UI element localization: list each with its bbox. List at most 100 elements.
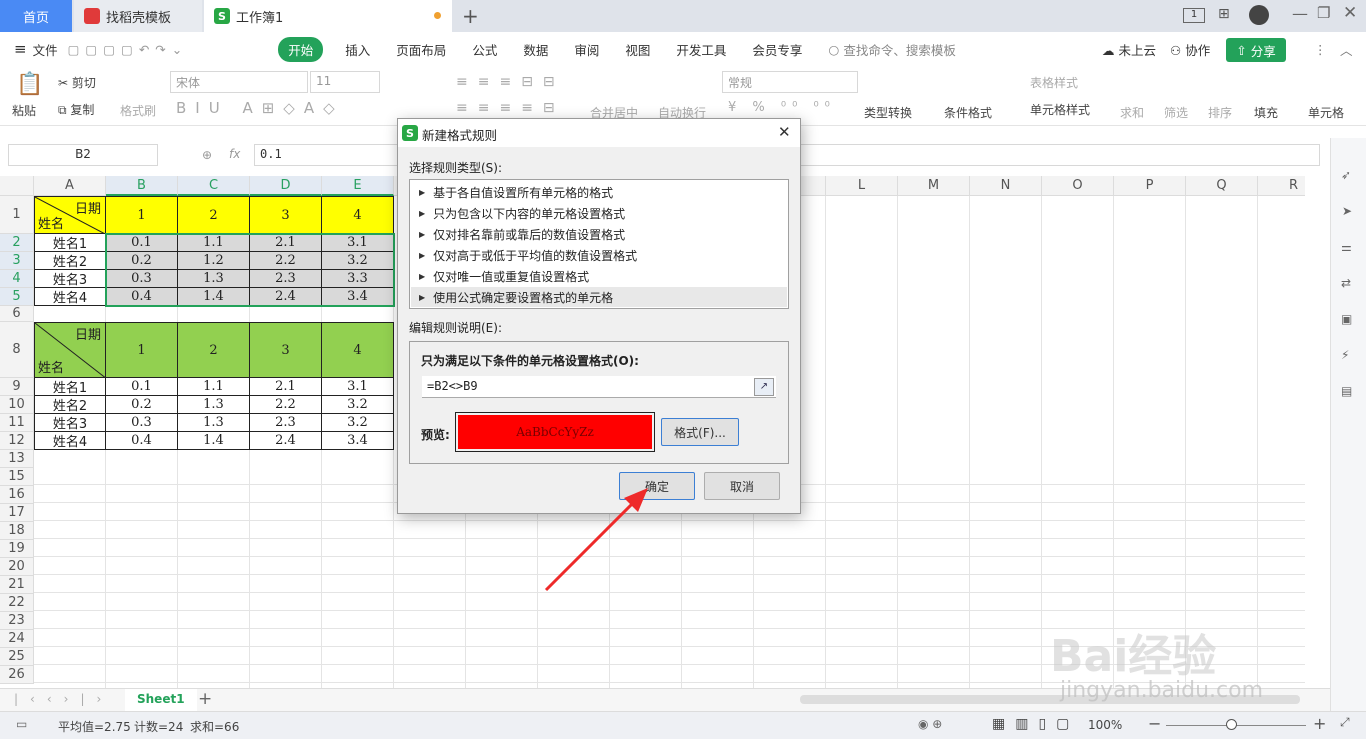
table2-cell[interactable]: 3.4 <box>322 432 394 450</box>
filter-button[interactable]: 筛选 <box>1164 104 1188 121</box>
table2-cell[interactable]: 0.2 <box>106 396 178 414</box>
formula-condition-input[interactable]: =B2<>B9 <box>422 376 776 398</box>
column-header-R[interactable]: R <box>1258 176 1305 196</box>
table2-cell[interactable]: 姓名2 <box>34 396 106 414</box>
table2-day-2[interactable]: 2 <box>178 322 250 378</box>
image-icon[interactable]: ▣ <box>1341 312 1352 326</box>
row-header-1[interactable]: 1 <box>0 196 34 234</box>
table2-cell[interactable]: 1.4 <box>178 432 250 450</box>
paste-button[interactable]: 粘贴 <box>12 102 36 119</box>
menu-page-layout[interactable]: 页面布局 <box>396 40 446 59</box>
row-header-11[interactable]: 11 <box>0 414 34 432</box>
table2-day-1[interactable]: 1 <box>106 322 178 378</box>
settings-slider-icon[interactable]: ⚌ <box>1341 240 1352 254</box>
menu-start[interactable]: 开始 <box>278 36 324 62</box>
align-icons[interactable]: ≡≡≡≡⊟ <box>456 100 565 116</box>
cancel-button[interactable]: 取消 <box>704 472 780 500</box>
collab-button[interactable]: ⚇ 协作 <box>1170 40 1210 59</box>
minimize-icon[interactable]: — <box>1292 4 1308 23</box>
command-search[interactable]: 查找命令、搜索模板 <box>843 40 956 59</box>
zoom-formula-icon[interactable]: ⊕ <box>202 148 212 162</box>
share-button[interactable]: ⇧ 分享 <box>1226 38 1286 62</box>
column-header-Q[interactable]: Q <box>1186 176 1258 196</box>
zoom-slider-thumb[interactable] <box>1226 719 1237 730</box>
column-header-M[interactable]: M <box>898 176 970 196</box>
zoom-in-icon[interactable]: + <box>1313 714 1326 733</box>
rule-type-item[interactable]: ▶ 仅对唯一值或重复值设置格式 <box>411 266 787 286</box>
column-header-D[interactable]: D <box>250 176 322 196</box>
row-header-23[interactable]: 23 <box>0 612 34 630</box>
restore-icon[interactable]: ❐ <box>1317 4 1330 22</box>
row-header-17[interactable]: 17 <box>0 504 34 522</box>
range-select-icon[interactable]: ↗ <box>754 378 774 396</box>
table-style-button[interactable]: 表格样式 <box>1030 74 1078 91</box>
table1-day-3[interactable]: 3 <box>250 196 322 234</box>
book-icon[interactable]: ▤ <box>1341 384 1352 398</box>
rule-type-item[interactable]: ▶ 基于各自值设置所有单元格的格式 <box>411 182 787 202</box>
table2-cell[interactable]: 1.1 <box>178 378 250 396</box>
conditional-format-button[interactable]: 条件格式 <box>944 104 992 121</box>
menu-data[interactable]: 数据 <box>523 40 548 59</box>
menu-view[interactable]: 视图 <box>625 40 650 59</box>
zoom-out-icon[interactable]: − <box>1148 714 1161 733</box>
cells-button[interactable]: 单元格 <box>1308 104 1344 121</box>
more-icon[interactable]: ⋮ <box>1314 42 1327 57</box>
font-select[interactable]: 宋体 <box>170 71 308 93</box>
table2-header-diagonal[interactable]: 日期 姓名 <box>34 322 107 379</box>
name-box[interactable]: B2 <box>8 144 158 166</box>
tab-docer[interactable]: 找稻壳模板 <box>74 0 202 32</box>
table2-day-3[interactable]: 3 <box>250 322 322 378</box>
cloud-status[interactable]: ☁ 未上云 <box>1102 40 1156 59</box>
paste-icon[interactable]: 📋 <box>16 72 43 97</box>
column-header-B[interactable]: B <box>106 176 178 196</box>
table1-cell[interactable]: 姓名2 <box>34 252 106 270</box>
table2-cell[interactable]: 姓名3 <box>34 414 106 432</box>
row-header-10[interactable]: 10 <box>0 396 34 414</box>
row-header-16[interactable]: 16 <box>0 486 34 504</box>
row-header-26[interactable]: 26 <box>0 666 34 684</box>
sort-button[interactable]: 排序 <box>1208 104 1232 121</box>
cut-button[interactable]: ✂ 剪切 <box>58 74 96 91</box>
zoom-level[interactable]: 100% <box>1088 718 1122 732</box>
table2-cell[interactable]: 2.4 <box>250 432 322 450</box>
table2-cell[interactable]: 3.2 <box>322 396 394 414</box>
menu-developer[interactable]: 开发工具 <box>676 40 726 59</box>
row-header-12[interactable]: 12 <box>0 432 34 450</box>
row-header-3[interactable]: 3 <box>0 252 34 270</box>
row-header-19[interactable]: 19 <box>0 540 34 558</box>
menu-file[interactable]: 文件 <box>33 40 58 59</box>
quick-access-icons[interactable]: ▢▢▢▢↶↷⌄ <box>68 42 189 57</box>
table2-cell[interactable]: 3.2 <box>322 414 394 432</box>
lightning-icon[interactable]: ⚡ <box>1341 348 1349 362</box>
column-header-C[interactable]: C <box>178 176 250 196</box>
avatar[interactable] <box>1249 5 1269 25</box>
window-layout-icon[interactable]: 1 <box>1183 8 1205 23</box>
column-header-O[interactable]: O <box>1042 176 1114 196</box>
tab-workbook[interactable]: S 工作簿1 <box>204 0 452 32</box>
copy-button[interactable]: ⧉ 复制 <box>58 101 94 118</box>
number-icons[interactable]: ¥ % ⁰⁰ ⁰⁰ <box>728 100 836 115</box>
row-header-6[interactable]: 6 <box>0 306 34 322</box>
table2-cell[interactable]: 姓名4 <box>34 432 106 450</box>
row-header-24[interactable]: 24 <box>0 630 34 648</box>
apps-grid-icon[interactable]: ⊞ <box>1218 6 1230 22</box>
new-tab-icon[interactable]: + <box>462 4 479 28</box>
pointer-icon[interactable]: ➤ <box>1342 204 1352 218</box>
monitor-icon[interactable]: ▭ <box>16 717 27 731</box>
convert-button[interactable]: 类型转换 <box>864 104 912 121</box>
select-all-corner[interactable] <box>0 176 34 196</box>
row-header-5[interactable]: 5 <box>0 288 34 306</box>
row-header-20[interactable]: 20 <box>0 558 34 576</box>
row-header-4[interactable]: 4 <box>0 270 34 288</box>
column-header-L[interactable]: L <box>826 176 898 196</box>
table1-cell[interactable]: 姓名3 <box>34 270 106 288</box>
table1-day-4[interactable]: 4 <box>322 196 394 234</box>
table1-cell[interactable]: 姓名4 <box>34 288 106 306</box>
menu-formula[interactable]: 公式 <box>472 40 497 59</box>
menu-review[interactable]: 审阅 <box>574 40 599 59</box>
hamburger-icon[interactable]: ≡ <box>14 40 27 58</box>
table1-cell[interactable]: 姓名1 <box>34 234 106 252</box>
align-top-icons[interactable]: ≡≡≡⊟⊟ <box>456 74 565 90</box>
row-header-2[interactable]: 2 <box>0 234 34 252</box>
table2-cell[interactable]: 2.2 <box>250 396 322 414</box>
